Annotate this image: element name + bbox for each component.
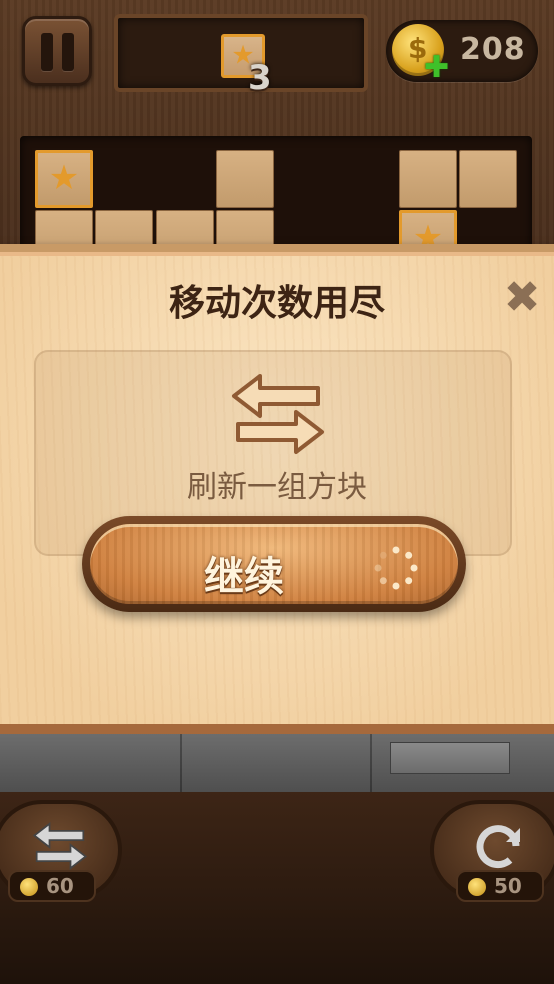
- swap-arrows-icon: [32, 822, 88, 870]
- piece-block[interactable]: [390, 742, 510, 774]
- plus-icon: ✚: [424, 50, 450, 85]
- pause-icon-bar: [62, 33, 74, 71]
- board-tile: [216, 150, 274, 208]
- pause-icon: [41, 33, 53, 71]
- continue-button[interactable]: 继续: [82, 516, 466, 612]
- coin-icon: [20, 878, 38, 896]
- tray-divider: [370, 734, 372, 792]
- board-tile-star: ★: [35, 150, 93, 208]
- target-panel: ★ 3: [114, 14, 368, 98]
- pause-button[interactable]: [22, 16, 92, 86]
- out-of-moves-dialog: 移动次数用尽 ✖ 刷新一组方块 继续: [0, 244, 554, 734]
- refresh-price: 50: [494, 874, 522, 898]
- swap-price-tag: 60: [8, 870, 96, 902]
- offer-description: 刷新一组方块: [187, 470, 367, 505]
- swap-arrows-icon: [232, 374, 324, 454]
- coin-counter[interactable]: $ ✚ 208: [386, 20, 538, 85]
- loading-spinner-icon: [374, 546, 418, 590]
- star-icon: ★: [48, 158, 80, 199]
- refresh-icon: [476, 825, 520, 869]
- tray-divider: [180, 734, 182, 792]
- coin-count: 208: [460, 32, 526, 67]
- swap-price: 60: [46, 874, 74, 898]
- dialog-title: 移动次数用尽: [168, 283, 385, 324]
- continue-label: 继续: [204, 554, 284, 600]
- game-board: ★ ★: [20, 136, 532, 268]
- continue-button-face: 继续: [90, 524, 458, 604]
- close-icon[interactable]: ✖: [498, 274, 546, 322]
- coin-icon: [468, 878, 486, 896]
- board-tile: [399, 150, 457, 208]
- board-tile: [459, 150, 517, 208]
- target-count: 3: [248, 58, 272, 98]
- refresh-price-tag: 50: [456, 870, 544, 902]
